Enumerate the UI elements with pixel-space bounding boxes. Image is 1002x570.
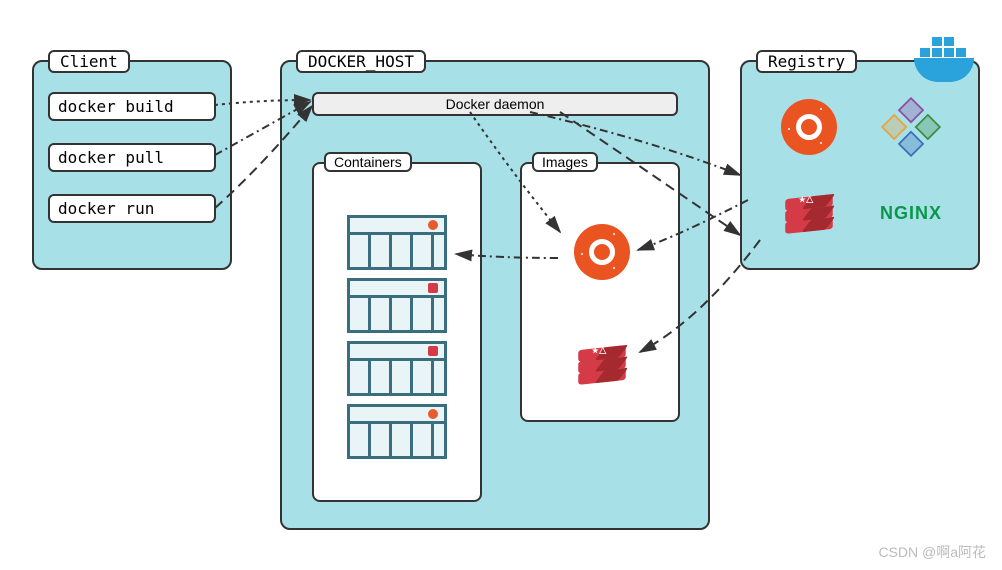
client-commands: docker build docker pull docker run bbox=[34, 62, 230, 223]
containers-box: Containers bbox=[312, 162, 482, 502]
redis-icon: ★△ bbox=[785, 194, 833, 234]
docker-whale-icon bbox=[906, 32, 984, 88]
docker-daemon-bar: Docker daemon bbox=[312, 92, 678, 116]
watermark-text: CSDN @啊a阿花 bbox=[878, 542, 986, 562]
container-icon bbox=[347, 404, 447, 459]
centos-icon bbox=[881, 96, 941, 156]
cmd-docker-pull: docker pull bbox=[48, 143, 216, 172]
host-title: DOCKER_HOST bbox=[296, 50, 426, 73]
registry-title: Registry bbox=[756, 50, 857, 73]
images-label: Images bbox=[532, 152, 598, 172]
nginx-icon: NGINX bbox=[880, 203, 942, 224]
redis-icon: ★△ bbox=[578, 345, 626, 385]
docker-host-panel: DOCKER_HOST Docker daemon Containers Ima… bbox=[280, 60, 710, 530]
ubuntu-icon bbox=[781, 99, 837, 155]
container-icon bbox=[347, 278, 447, 333]
cmd-docker-run: docker run bbox=[48, 194, 216, 223]
container-icon bbox=[347, 341, 447, 396]
cmd-docker-build: docker build bbox=[48, 92, 216, 121]
registry-panel: Registry ★△ NGINX bbox=[740, 60, 980, 270]
ubuntu-icon bbox=[574, 224, 630, 280]
client-title: Client bbox=[48, 50, 130, 73]
client-panel: Client docker build docker pull docker r… bbox=[32, 60, 232, 270]
container-icon bbox=[347, 215, 447, 270]
containers-label: Containers bbox=[324, 152, 412, 172]
images-box: Images ★△ bbox=[520, 162, 680, 422]
